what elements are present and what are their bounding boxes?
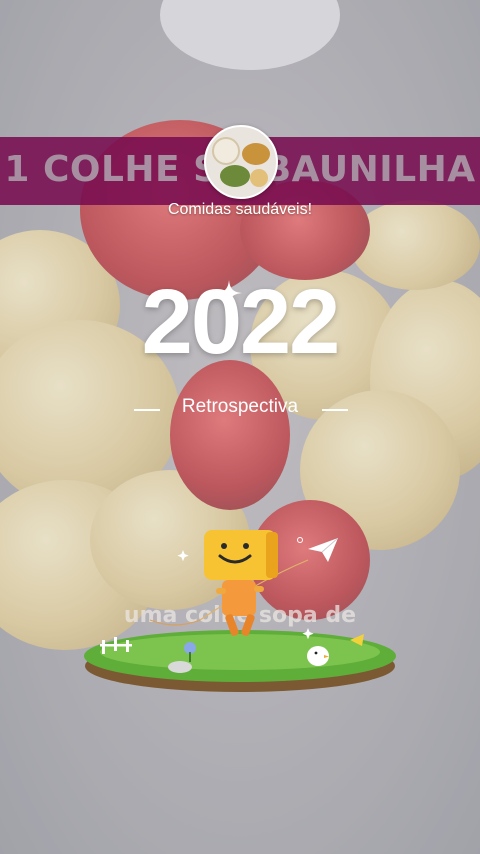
divider-right [322,409,348,411]
recap-label: Retrospectiva [181,396,299,417]
paper-plane-icon [308,538,338,562]
recap-subtitle: Retrospectiva [0,396,480,424]
channel-name[interactable]: Comidas saudáveis! [0,201,480,219]
channel-avatar[interactable] [204,125,278,199]
sparkle-icon [216,280,242,306]
mascot-illustration [84,530,396,692]
